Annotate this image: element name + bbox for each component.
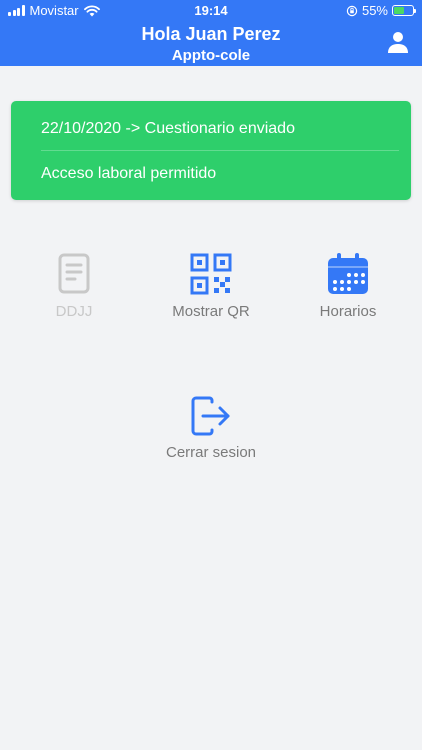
- logout-icon: [191, 396, 230, 436]
- battery-percent: 55%: [361, 3, 388, 18]
- logout-button[interactable]: Cerrar sesion: [151, 396, 271, 461]
- app-header: Movistar 19:14 55% Hola Juan Perez Appto…: [0, 0, 422, 66]
- logout-label: Cerrar sesion: [165, 444, 257, 461]
- battery-icon: [392, 5, 416, 16]
- page-title: Hola Juan Perez: [141, 24, 281, 44]
- schedule-button[interactable]: Horarios: [288, 253, 408, 320]
- ddjj-button[interactable]: DDJJ: [14, 253, 134, 320]
- show-qr-button[interactable]: Mostrar QR: [151, 253, 271, 320]
- document-icon: [58, 253, 90, 294]
- ddjj-label: DDJJ: [55, 303, 93, 320]
- status-bar: Movistar 19:14 55%: [0, 0, 422, 22]
- status-right: 55%: [346, 3, 416, 18]
- profile-button[interactable]: [386, 30, 410, 54]
- page-subtitle: Appto-cole: [171, 47, 251, 64]
- show-qr-label: Mostrar QR: [172, 303, 250, 320]
- qr-code-icon: [190, 253, 232, 295]
- battery-level: [394, 7, 404, 14]
- access-status: Acceso laboral permitido: [41, 165, 217, 182]
- access-status-card: 22/10/2020 -> Cuestionario enviado Acces…: [11, 101, 411, 200]
- calendar-icon: [328, 253, 368, 294]
- orientation-lock-icon: [346, 5, 358, 16]
- card-divider: [41, 150, 399, 151]
- schedule-label: Horarios: [319, 303, 377, 320]
- questionnaire-status: 22/10/2020 -> Cuestionario enviado: [41, 120, 295, 137]
- user-icon: [388, 32, 408, 53]
